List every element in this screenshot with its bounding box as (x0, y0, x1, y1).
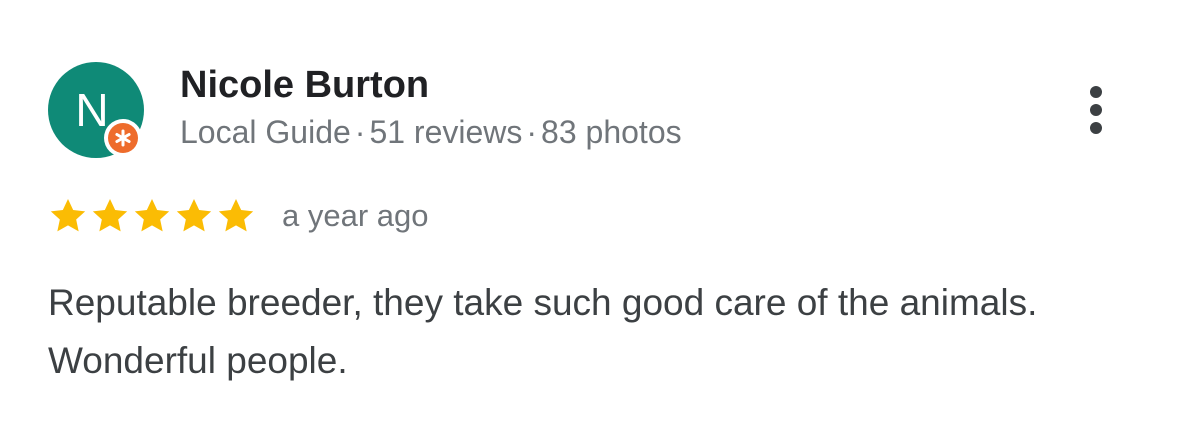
local-guide-badge-icon (104, 119, 142, 157)
star-icon (92, 199, 128, 232)
star-icon (50, 199, 86, 232)
meta-separator: · (354, 114, 366, 150)
reviewer-meta[interactable]: Local Guide · 51 reviews · 83 photos (180, 114, 682, 151)
review-text: Reputable breeder, they take such good c… (48, 282, 1038, 381)
meta-separator: · (526, 114, 538, 150)
review-time: a year ago (282, 198, 429, 233)
star-icon (176, 199, 212, 232)
avatar-initial: N (75, 84, 109, 136)
reviewer-name[interactable]: Nicole Burton (180, 64, 429, 107)
star-icon (218, 199, 254, 232)
review-count: 51 reviews (369, 114, 523, 150)
local-guide-label: Local Guide (180, 114, 351, 150)
more-options-button[interactable] (1074, 80, 1118, 140)
rating-row: a year ago (48, 194, 429, 238)
more-vert-icon (1090, 86, 1102, 98)
star-icon (134, 199, 170, 232)
photo-count: 83 photos (541, 114, 682, 150)
star-rating (48, 196, 258, 236)
review-card: N Nicole Burton Local Guide · 51 reviews · 8… (0, 0, 1179, 447)
